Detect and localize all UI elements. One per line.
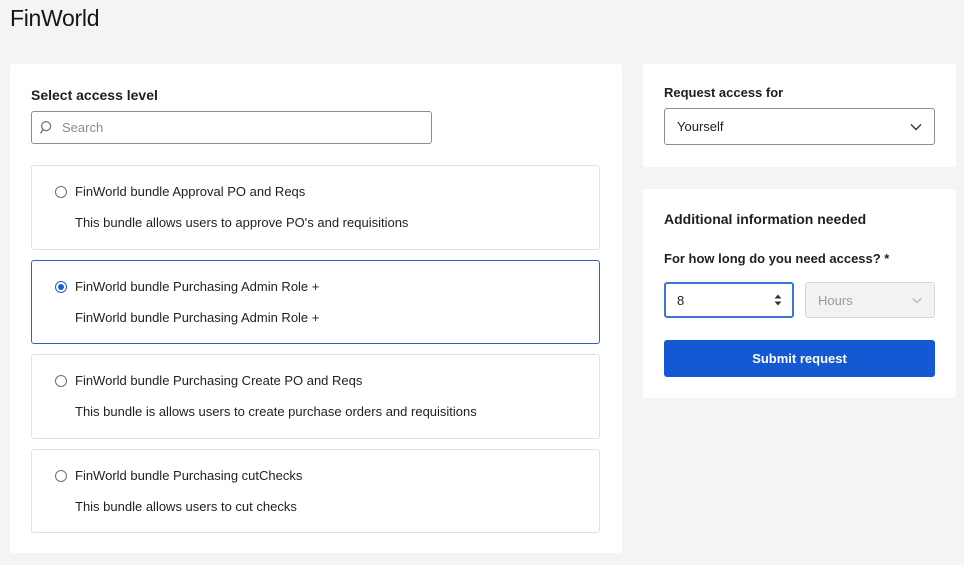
radio-button[interactable] bbox=[55, 470, 67, 482]
search-icon bbox=[40, 120, 52, 134]
request-for-select[interactable]: Yourself bbox=[664, 108, 935, 145]
additional-info-panel: Additional information needed For how lo… bbox=[643, 189, 956, 398]
search-field[interactable] bbox=[31, 111, 432, 144]
option-title: FinWorld bundle Purchasing Create PO and… bbox=[75, 373, 363, 388]
request-for-value: Yourself bbox=[677, 119, 724, 134]
chevron-down-icon bbox=[912, 297, 922, 303]
access-level-label: Select access level bbox=[31, 87, 158, 103]
access-level-panel: Select access level FinWorld bundle Appr… bbox=[10, 64, 622, 553]
request-for-label: Request access for bbox=[664, 85, 784, 100]
option-title: FinWorld bundle Approval PO and Reqs bbox=[75, 184, 306, 199]
option-description: This bundle is allows users to create pu… bbox=[75, 404, 477, 419]
option-title: FinWorld bundle Purchasing Admin Role + bbox=[75, 279, 320, 294]
access-option-create-po-reqs[interactable]: FinWorld bundle Purchasing Create PO and… bbox=[31, 354, 600, 439]
submit-request-button[interactable]: Submit request bbox=[664, 340, 935, 377]
duration-number-input[interactable]: 8 bbox=[664, 282, 794, 318]
additional-info-title: Additional information needed bbox=[664, 211, 867, 227]
access-option-cut-checks[interactable]: FinWorld bundle Purchasing cutChecks Thi… bbox=[31, 449, 600, 533]
radio-button-selected[interactable] bbox=[55, 281, 67, 293]
option-description: This bundle allows users to cut checks bbox=[75, 499, 297, 514]
access-option-purchasing-admin-role[interactable]: FinWorld bundle Purchasing Admin Role + … bbox=[31, 260, 600, 344]
access-option-approval-po-reqs[interactable]: FinWorld bundle Approval PO and Reqs Thi… bbox=[31, 165, 600, 250]
option-description: This bundle allows users to approve PO's… bbox=[75, 215, 409, 230]
duration-label: For how long do you need access? * bbox=[664, 251, 890, 266]
stepper-arrows-icon[interactable] bbox=[774, 294, 782, 306]
search-input[interactable] bbox=[62, 120, 431, 135]
request-for-panel: Request access for Yourself bbox=[643, 64, 956, 167]
duration-unit-value: Hours bbox=[818, 292, 853, 308]
app-title: FinWorld bbox=[10, 5, 100, 31]
radio-button[interactable] bbox=[55, 375, 67, 387]
duration-value: 8 bbox=[677, 292, 685, 308]
chevron-down-icon bbox=[910, 123, 922, 130]
duration-unit-select[interactable]: Hours bbox=[805, 282, 935, 318]
option-description: FinWorld bundle Purchasing Admin Role + bbox=[75, 310, 320, 325]
option-title: FinWorld bundle Purchasing cutChecks bbox=[75, 468, 303, 483]
radio-button[interactable] bbox=[55, 186, 67, 198]
